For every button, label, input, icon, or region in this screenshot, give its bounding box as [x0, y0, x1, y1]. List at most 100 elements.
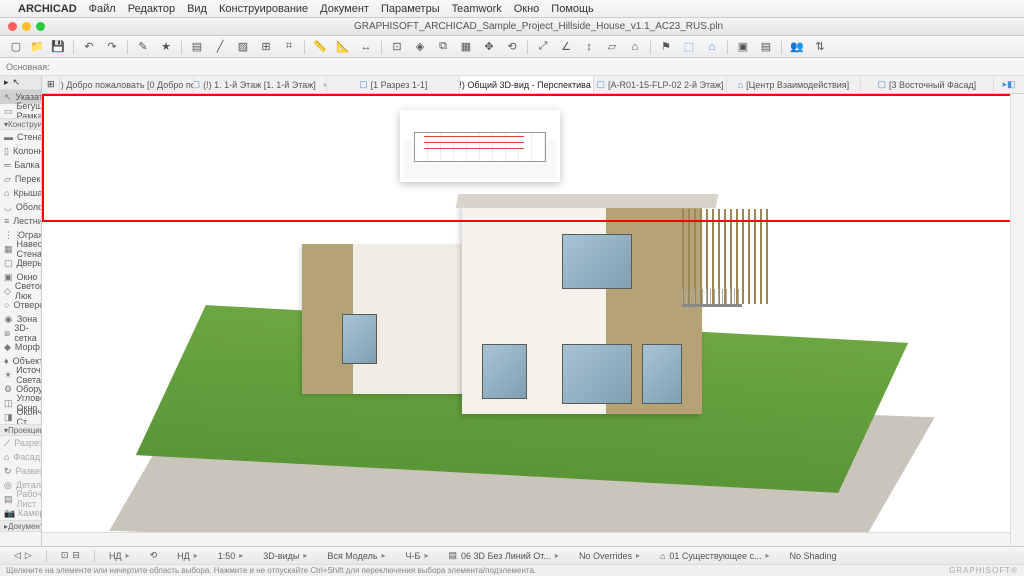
line-button[interactable]: ╱	[210, 38, 230, 56]
tool-roof[interactable]: ⌂Крыша	[0, 186, 41, 200]
tab-welcome[interactable]: ▢(!) Добро пожаловать [0 Добро пож...	[60, 76, 193, 93]
tool-wall-end[interactable]: ◨Окончание Ст...	[0, 410, 41, 424]
tool-door[interactable]: ▢Дверь	[0, 256, 41, 270]
nav-next-icon[interactable]: ▷	[25, 550, 32, 561]
publish-button[interactable]: ▤	[756, 38, 776, 56]
tool-shell[interactable]: ◡Оболочка	[0, 200, 41, 214]
close-window-button[interactable]	[8, 22, 17, 31]
3d-button[interactable]: ⬚	[679, 38, 699, 56]
overrides-select[interactable]: No Overrides▸	[573, 551, 646, 561]
tool-worksheet[interactable]: ▤Рабочий Лист	[0, 492, 41, 506]
teamwork-button[interactable]: 👥	[787, 38, 807, 56]
grid-button[interactable]: ⊞	[256, 38, 276, 56]
menu-construct[interactable]: Конструирование	[219, 3, 308, 15]
tool-camera[interactable]: 📷Камера	[0, 506, 41, 520]
tool-slab[interactable]: ▱Перекрытие	[0, 172, 41, 186]
tool-wall[interactable]: ▬Стена	[0, 130, 41, 144]
minimize-window-button[interactable]	[22, 22, 31, 31]
open-button[interactable]: 📁	[27, 38, 47, 56]
views-select[interactable]: 3D-виды▸	[257, 551, 313, 561]
tab-3dview[interactable]: ▢(!) Общий 3D-вид - Перспектива [3...	[460, 76, 593, 93]
nav-prev-icon[interactable]: ◁	[14, 550, 21, 561]
model-select[interactable]: Вся Модель▸	[321, 551, 391, 561]
section-construction[interactable]: ▾ Конструирование	[0, 118, 41, 130]
chb-select[interactable]: Ч-Б▸	[400, 551, 435, 561]
section-button[interactable]: ⧉	[433, 38, 453, 56]
measure2-button[interactable]: ⤢	[533, 38, 553, 56]
tool-column[interactable]: ▯Колонна	[0, 144, 41, 158]
zoom-window-button[interactable]	[36, 22, 45, 31]
menu-editor[interactable]: Редактор	[128, 3, 175, 15]
area-button[interactable]: ▱	[602, 38, 622, 56]
tool-mesh[interactable]: ⧈3D-сетка	[0, 326, 41, 340]
menu-params[interactable]: Параметры	[381, 3, 440, 15]
horizontal-scrollbar[interactable]	[42, 532, 1010, 546]
toolbox-header[interactable]: ▸ ↖	[0, 76, 41, 90]
nd1-select[interactable]: НД▸	[103, 551, 136, 561]
flag-button[interactable]: ⚑	[656, 38, 676, 56]
tab-floor1[interactable]: ▢(!) 1. 1-й Этаж [1. 1-й Этаж]×	[194, 76, 327, 93]
marquee-button[interactable]: ▦	[456, 38, 476, 56]
tab-collab[interactable]: ⌂[Центр Взаимодействия]	[727, 76, 860, 93]
favorites-button[interactable]: ★	[156, 38, 176, 56]
menu-window[interactable]: Окно	[514, 3, 540, 15]
tool-morph[interactable]: ◆Морф	[0, 340, 41, 354]
save-button[interactable]: 💾	[48, 38, 68, 56]
tool-stair[interactable]: ≡Лестница	[0, 214, 41, 228]
tab-east-elev[interactable]: ▢[3 Восточный Фасад]	[861, 76, 994, 93]
tab-overview-button[interactable]: ⊞	[42, 76, 60, 93]
ruler-button[interactable]: 📏	[310, 38, 330, 56]
layers-button[interactable]: ▤	[187, 38, 207, 56]
tool-curtain-wall[interactable]: ▦Навесная Стена	[0, 242, 41, 256]
tool-interior-elev[interactable]: ↻Развертка	[0, 464, 41, 478]
menu-view[interactable]: Вид	[187, 3, 207, 15]
trace-button[interactable]: ◈	[410, 38, 430, 56]
redo-button[interactable]: ↷	[102, 38, 122, 56]
roof-button[interactable]: ⌂	[625, 38, 645, 56]
orbit-icon[interactable]: ⟲	[150, 550, 158, 561]
tool-marquee[interactable]: ▭Бегущая Рамка	[0, 104, 41, 118]
menu-document[interactable]: Документ	[320, 3, 369, 15]
snap-button[interactable]: ⌗	[279, 38, 299, 56]
home-button[interactable]: ⌂	[702, 38, 722, 56]
pick-button[interactable]: ✎	[133, 38, 153, 56]
send-button[interactable]: ⇅	[810, 38, 830, 56]
section-documentation[interactable]: ▸ Документирование	[0, 520, 41, 532]
tool-section[interactable]: ⟋Разрез	[0, 436, 41, 450]
layout-button[interactable]: ▣	[733, 38, 753, 56]
angle-button[interactable]: ∠	[556, 38, 576, 56]
tool-elevation[interactable]: ⌂Фасад	[0, 450, 41, 464]
layer-combo-select[interactable]: ▤06 3D Без Линий От...▸	[442, 550, 564, 561]
zoom-fit-icon[interactable]: ⊡	[61, 550, 69, 561]
tab-add-button[interactable]: ▸◧	[994, 76, 1024, 93]
undo-button[interactable]: ↶	[79, 38, 99, 56]
3d-viewport[interactable]	[42, 94, 1024, 546]
crop-button[interactable]: ⊡	[387, 38, 407, 56]
section-preview-thumb[interactable]	[400, 110, 560, 182]
scale-select[interactable]: 1:50▸	[212, 551, 250, 561]
vertical-scrollbar[interactable]	[1010, 94, 1024, 546]
tab-section[interactable]: ▢[1 Разрез 1-1]	[327, 76, 460, 93]
dim-button[interactable]: ↔	[356, 38, 376, 56]
dist-button[interactable]: ↕	[579, 38, 599, 56]
new-file-button[interactable]: ▢	[6, 38, 26, 56]
app-name[interactable]: ARCHICAD	[18, 3, 77, 15]
zoom-out-icon[interactable]: ⊟	[72, 550, 80, 561]
quick-options-bar: ◁ ▷ ⊡⊟ НД▸ ⟲ НД▸ 1:50▸ 3D-виды▸ Вся Модел…	[0, 546, 1024, 564]
section-projections[interactable]: ▾ Проекции	[0, 424, 41, 436]
tool-skylight[interactable]: ◇Световой Люк	[0, 284, 41, 298]
move-button[interactable]: ✥	[479, 38, 499, 56]
nd2-select[interactable]: НД▸	[171, 551, 204, 561]
fill-button[interactable]: ▨	[233, 38, 253, 56]
tool-beam[interactable]: ═Балка	[0, 158, 41, 172]
menu-teamwork[interactable]: Teamwork	[452, 3, 502, 15]
menu-help[interactable]: Помощь	[551, 3, 594, 15]
rotate-button[interactable]: ⟲	[502, 38, 522, 56]
shading-select[interactable]: No Shading	[784, 551, 843, 561]
measure-button[interactable]: 📐	[333, 38, 353, 56]
menu-file[interactable]: Файл	[89, 3, 116, 15]
tool-opening[interactable]: ○Отверстие	[0, 298, 41, 312]
renovation-select[interactable]: ⌂01 Существующее с...▸	[654, 551, 776, 561]
tab-layout[interactable]: ▢[A-R01-15-FLP-02 2-й Этаж]	[594, 76, 727, 93]
tool-light[interactable]: ☀Источник Света	[0, 368, 41, 382]
